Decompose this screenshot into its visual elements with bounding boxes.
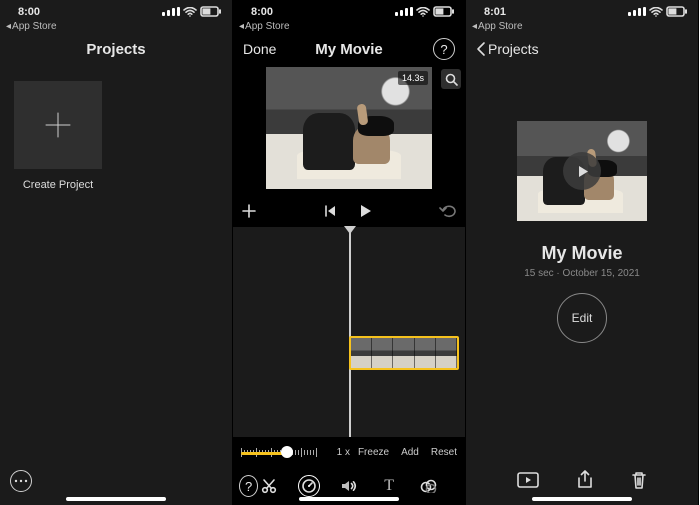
detail-body: My Movie 15 sec · October 15, 2021 Edit (466, 65, 698, 457)
cellular-icon (162, 7, 180, 16)
back-button[interactable]: Projects (476, 41, 539, 57)
speed-value: 1 x (337, 447, 350, 458)
transport-controls (233, 197, 465, 227)
add-media-button[interactable] (241, 203, 257, 222)
wifi-icon (183, 7, 197, 17)
chevron-left-icon (476, 41, 486, 57)
breadcrumb[interactable]: ◂ App Store (0, 20, 232, 33)
breadcrumb[interactable]: ◂ App Store (233, 20, 465, 33)
cut-tool[interactable] (258, 475, 280, 497)
home-indicator[interactable] (532, 497, 632, 501)
add-button[interactable]: Add (401, 447, 419, 458)
preview-area: 14.3s (233, 65, 465, 197)
video-clip[interactable] (349, 336, 459, 370)
screen-projects: 8:00 ◂ App Store Projects Create Project (0, 0, 233, 505)
project-title: My Movie (541, 243, 622, 264)
play-button[interactable] (357, 203, 373, 222)
wifi-icon (649, 7, 663, 17)
filters-tool[interactable] (418, 475, 440, 497)
nav-bar: Done My Movie ? (233, 33, 465, 65)
status-bar: 8:00 (0, 0, 232, 20)
project-title: My Movie (299, 41, 399, 58)
speed-tool[interactable] (298, 475, 320, 497)
status-indicators (395, 6, 455, 17)
timeline[interactable] (233, 227, 465, 437)
speed-control-bar: 1 x Freeze Add Reset (233, 437, 465, 467)
page-title: Projects (66, 41, 166, 58)
status-time: 8:00 (18, 6, 40, 18)
breadcrumb[interactable]: ◂ App Store (466, 20, 698, 33)
breadcrumb-label: App Store (478, 21, 522, 32)
timestamp-badge: 14.3s (398, 71, 428, 85)
help-button[interactable]: ? (239, 475, 258, 497)
battery-icon (666, 6, 688, 17)
battery-icon (200, 6, 222, 17)
battery-icon (433, 6, 455, 17)
breadcrumb-label: App Store (245, 21, 289, 32)
freeze-button[interactable]: Freeze (358, 447, 389, 458)
more-button[interactable] (10, 470, 32, 492)
edit-label: Edit (572, 311, 593, 325)
clip-audio-track (351, 368, 457, 370)
screen-project-detail: 8:01 ◂ App Store Projects My Movie 15 se… (466, 0, 699, 505)
caret-left-icon: ◂ (6, 21, 11, 32)
undo-button[interactable] (439, 204, 457, 221)
back-label: Projects (488, 41, 539, 57)
play-overlay-icon (563, 152, 601, 190)
skip-start-button[interactable] (323, 204, 337, 221)
status-bar: 8:00 (233, 0, 465, 20)
playhead[interactable] (349, 227, 351, 437)
create-project-tile[interactable] (14, 81, 102, 169)
home-indicator[interactable] (66, 497, 166, 501)
project-subtitle: 15 sec · October 15, 2021 (524, 268, 640, 279)
status-indicators (628, 6, 688, 17)
edit-button[interactable]: Edit (557, 293, 607, 343)
project-thumbnail[interactable] (517, 121, 647, 221)
delete-button[interactable] (631, 471, 647, 492)
create-project-label: Create Project (14, 179, 102, 191)
status-time: 8:01 (484, 6, 506, 18)
reset-button[interactable]: Reset (431, 447, 457, 458)
nav-bar: Projects (0, 33, 232, 65)
home-indicator[interactable] (299, 497, 399, 501)
status-indicators (162, 6, 222, 17)
screen-editor: 8:00 ◂ App Store Done My Movie ? 14.3s (233, 0, 466, 505)
plus-icon (40, 107, 76, 143)
help-button[interactable]: ? (433, 38, 455, 60)
play-button[interactable] (517, 472, 539, 491)
status-bar: 8:01 (466, 0, 698, 20)
projects-body: Create Project (0, 65, 232, 457)
volume-tool[interactable] (338, 475, 360, 497)
done-button[interactable]: Done (243, 41, 276, 57)
cellular-icon (395, 7, 413, 16)
caret-left-icon: ◂ (472, 21, 477, 32)
breadcrumb-label: App Store (12, 21, 56, 32)
titles-tool[interactable]: T (378, 475, 400, 497)
caret-left-icon: ◂ (239, 21, 244, 32)
speed-slider[interactable] (241, 442, 329, 462)
cellular-icon (628, 7, 646, 16)
share-button[interactable] (577, 470, 593, 493)
status-time: 8:00 (251, 6, 273, 18)
video-preview[interactable]: 14.3s (266, 67, 432, 189)
zoom-button[interactable] (441, 69, 461, 89)
nav-bar: Projects (466, 33, 698, 65)
wifi-icon (416, 7, 430, 17)
